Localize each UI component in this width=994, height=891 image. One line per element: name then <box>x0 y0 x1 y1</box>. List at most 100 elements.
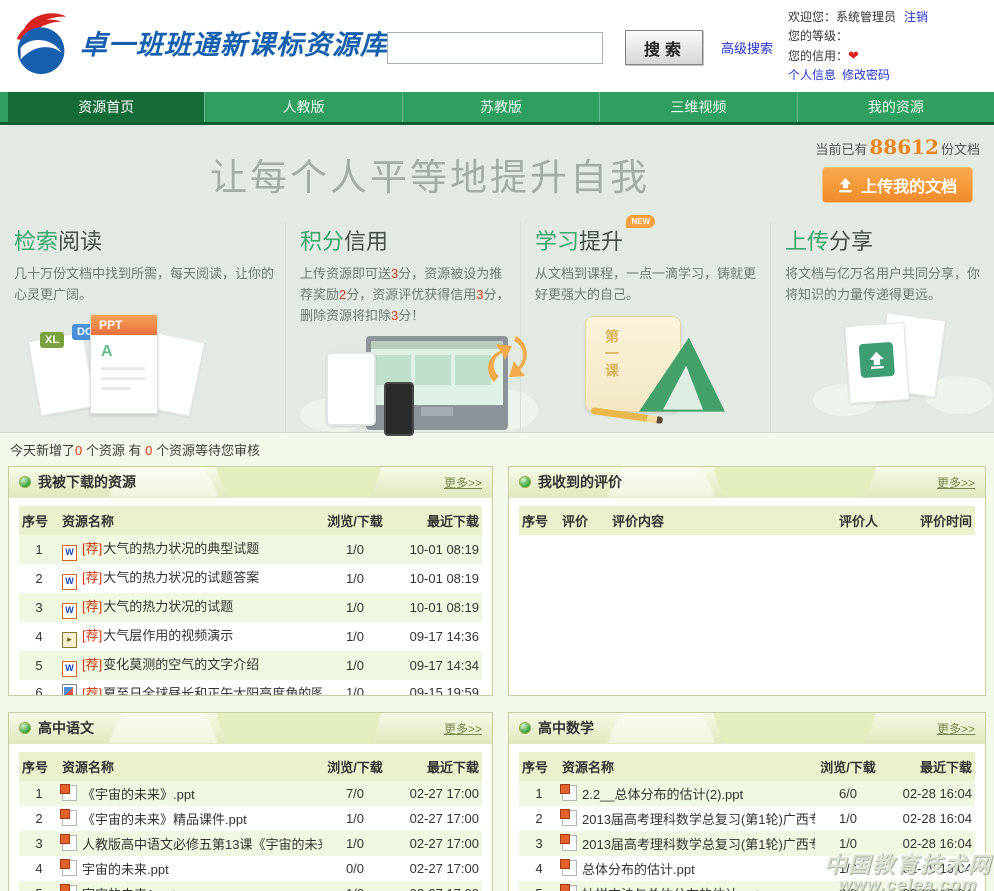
column-header: 序号 <box>519 752 559 781</box>
nav-item-sujiao[interactable]: 苏教版 <box>402 92 599 122</box>
resource-link[interactable]: 总体分布的估计.ppt <box>582 862 695 877</box>
last-download-time: 02-28 16:04 <box>881 806 975 831</box>
search-button[interactable]: 搜索 <box>625 30 703 65</box>
resource-name-cell: W[荐]大气的热力状况的典型试题 <box>59 535 322 564</box>
column-header: 序号 <box>19 752 59 781</box>
word-doc-icon: W <box>62 603 77 619</box>
table-row: 4总体分布的估计.ppt1/002-28 16:04 <box>519 856 975 881</box>
green-orb-icon <box>519 476 531 488</box>
column-header: 浏览/下载 <box>322 752 388 781</box>
resource-link[interactable]: [荐]大气层作用的视频演示 <box>82 628 233 643</box>
feature-points-credit: 积分信用 上传资源即可送3分，资源被设为推荐奖励2分，资源评优获得信用3分，删除… <box>285 222 520 454</box>
resource-link[interactable]: 人教版高中语文必修五第13课《宇宙的未来》... <box>82 837 322 852</box>
panel-header: 我收到的评价 更多>> <box>509 467 985 498</box>
resource-link[interactable]: [荐]大气的热力状况的典型试题 <box>82 541 259 556</box>
heart-icon: ❤ <box>848 48 859 63</box>
resource-link[interactable]: 抽样方法与总体分布的估计.ppt <box>582 887 760 891</box>
feature-title-green: 学习 <box>535 229 579 254</box>
more-link[interactable]: 更多>> <box>937 720 975 737</box>
resource-link[interactable]: 《宇宙的未来》精品课件.ppt <box>82 812 247 827</box>
ppt-file-icon <box>562 885 577 891</box>
resource-link[interactable]: 2013届高考理科数学总复习(第1轮)广西专版... <box>582 837 815 852</box>
banner-slogan: 让每个人平等地提升自我 <box>210 147 650 201</box>
count-value: 3 <box>476 287 483 302</box>
upload-button[interactable]: 上传我的文档 <box>822 167 973 203</box>
panel-title: 我收到的评价 <box>538 472 622 492</box>
feature-description: 从文档到课程，一点一滴学习，铸就更好更强大的自己。 <box>535 264 760 306</box>
search-input[interactable] <box>387 32 603 64</box>
more-link[interactable]: 更多>> <box>444 474 482 491</box>
feature-upload-share: 上传分享 将文档与亿万名用户共同分享，你将知识的力量传递得更远。 <box>770 222 994 454</box>
column-header: 评价人 <box>811 506 881 535</box>
views-downloads: 1/0 <box>815 856 881 881</box>
resource-link[interactable]: 2013届高考理科数学总复习(第1轮)广西专版... <box>582 812 815 827</box>
views-downloads: 1/0 <box>322 535 388 564</box>
profile-link[interactable]: 个人信息 <box>788 68 836 82</box>
resource-name-cell: 宇宙的未来1.ppt <box>59 881 322 891</box>
row-index: 4 <box>19 856 59 881</box>
column-header: 评价内容 <box>609 506 811 535</box>
resource-link[interactable]: [荐]大气的热力状况的试题答案 <box>82 570 259 585</box>
document-letter: A <box>101 343 113 361</box>
feature-title: 积分信用 <box>300 224 388 256</box>
table-row: 12.2__总体分布的估计(2).ppt6/002-28 16:04 <box>519 781 975 806</box>
resource-name-cell: 2.2__总体分布的估计(2).ppt <box>559 781 815 806</box>
resource-link[interactable]: [荐]夏至日全球昼长和正午太阳高度角的图片 <box>82 686 322 696</box>
change-password-link[interactable]: 修改密码 <box>842 68 890 82</box>
resource-name-cell: W[荐]大气的热力状况的试题答案 <box>59 564 322 593</box>
last-download-time: 09-17 14:36 <box>388 622 482 651</box>
views-downloads: 6/0 <box>815 781 881 806</box>
panel-header: 高中语文 更多>> <box>9 713 492 744</box>
sync-arrows-icon <box>482 330 534 394</box>
resource-name-cell: W [荐]大气的热力状况的试题 <box>59 593 322 622</box>
ppt-file-icon <box>62 785 77 801</box>
advanced-search-link[interactable]: 高级搜索 <box>721 38 773 57</box>
welcome-label: 欢迎您： <box>788 10 836 24</box>
table-row: 3W[荐]大气的热力状况的试题1/010-01 08:19 <box>19 593 482 622</box>
logout-link[interactable]: 注销 <box>904 10 928 24</box>
panel-table-container: 序号评价评价内容评价人评价时间 <box>509 498 985 535</box>
panels-grid: 我被下载的资源 更多>> 序号资源名称浏览/下载最近下载1W[荐]大气的热力状况… <box>8 466 986 891</box>
text-line <box>101 367 145 370</box>
table-row: 4▸[荐]大气层作用的视频演示1/009-17 14:36 <box>19 622 482 651</box>
views-downloads: 1/0 <box>322 806 388 831</box>
resource-name-cell: 《宇宙的未来》精品课件.ppt <box>59 806 322 831</box>
panel-table-container: 序号资源名称浏览/下载最近下载1W[荐]大气的热力状况的典型试题1/010-01… <box>9 498 492 696</box>
feature-title-dark: 信用 <box>344 229 388 254</box>
nav-item-sanwei-video[interactable]: 三维视频 <box>599 92 796 122</box>
recommended-tag: [荐] <box>82 541 102 556</box>
text-segment: 分，资源评优获得信用 <box>346 287 476 302</box>
resource-link[interactable]: 宇宙的未来.ppt <box>82 862 169 877</box>
column-header: 序号 <box>19 506 59 535</box>
more-link[interactable]: 更多>> <box>444 720 482 737</box>
resource-link[interactable]: 2.2__总体分布的估计(2).ppt <box>582 787 743 802</box>
text-segment: 上传资源即可送 <box>300 266 391 281</box>
nav-item-renjiao[interactable]: 人教版 <box>204 92 401 122</box>
upload-share-illustration <box>785 312 984 434</box>
panel-my-downloaded: 我被下载的资源 更多>> 序号资源名称浏览/下载最近下载1W[荐]大气的热力状况… <box>8 466 493 696</box>
main-nav: 资源首页人教版苏教版三维视频我的资源 <box>0 92 994 125</box>
views-downloads: 1/0 <box>322 881 388 891</box>
more-link[interactable]: 更多>> <box>937 474 975 491</box>
resource-link[interactable]: 《宇宙的未来》.ppt <box>82 787 195 802</box>
panel-title: 高中数学 <box>538 718 594 738</box>
top-bar: 卓一班班通新课标资源库 搜索 高级搜索 欢迎您：系统管理员注销 您的等级： 您的… <box>0 0 994 92</box>
resource-link[interactable]: [荐]大气的热力状况的试题 <box>82 599 233 614</box>
notebook-label: 第一课 <box>602 329 622 380</box>
row-index: 5 <box>519 881 559 891</box>
panel-header: 高中数学 更多>> <box>509 713 985 744</box>
resource-name-cell: 总体分布的估计.ppt <box>559 856 815 881</box>
image-file-icon <box>62 684 77 696</box>
row-index: 1 <box>519 781 559 806</box>
resource-link[interactable]: [荐]变化莫测的空气的文字介绍 <box>82 657 259 672</box>
row-index: 3 <box>19 593 59 622</box>
row-index: 2 <box>519 806 559 831</box>
feature-title-dark: 提升 <box>579 229 623 254</box>
resource-link[interactable]: 宇宙的未来1.ppt <box>82 887 176 891</box>
panel-my-evaluations: 我收到的评价 更多>> 序号评价评价内容评价人评价时间 <box>508 466 986 696</box>
nav-item-my-resources[interactable]: 我的资源 <box>797 92 994 122</box>
ppt-file-icon <box>62 885 77 891</box>
resource-table: 序号评价评价内容评价人评价时间 <box>519 506 975 535</box>
last-download-time: 02-28 16:04 <box>881 831 975 856</box>
nav-item-home[interactable]: 资源首页 <box>8 92 204 122</box>
